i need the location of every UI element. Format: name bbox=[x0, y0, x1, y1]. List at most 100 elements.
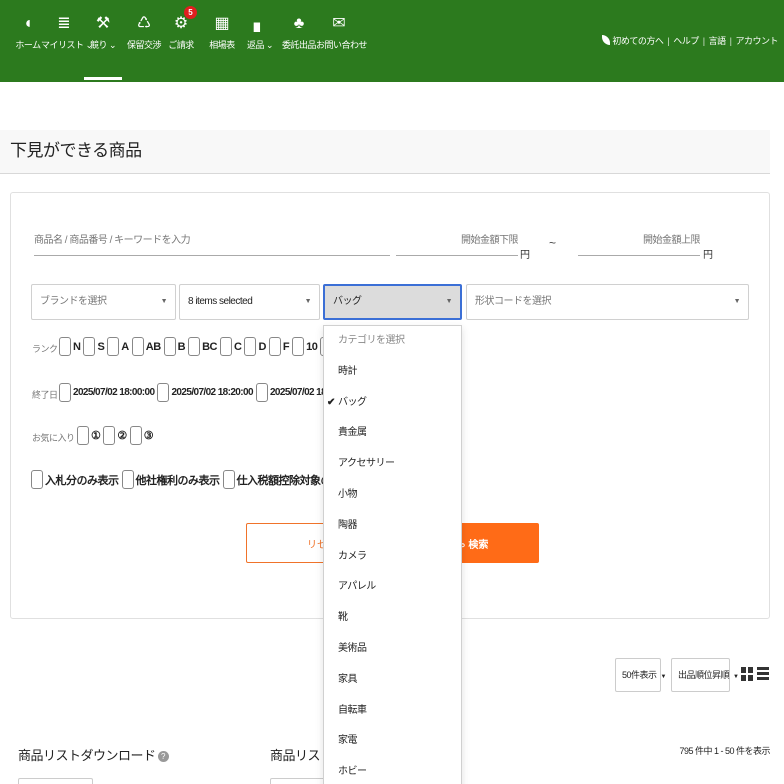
help-link[interactable]: ヘルプ bbox=[673, 36, 699, 46]
checkbox[interactable] bbox=[163, 337, 176, 356]
category-select[interactable]: バッグ ▼ bbox=[323, 284, 462, 320]
min-price-input[interactable] bbox=[396, 226, 518, 256]
grid-view-icon[interactable] bbox=[741, 667, 753, 681]
chevron-down-icon: ▼ bbox=[660, 674, 667, 680]
checkbox[interactable] bbox=[157, 383, 170, 402]
gavel-icon: ⚒ bbox=[95, 15, 111, 32]
mail-icon: ✉ bbox=[332, 15, 346, 32]
dropdown-option[interactable]: 貴金属 bbox=[324, 418, 461, 449]
brand-select-value: ブランドを選択 bbox=[40, 296, 107, 307]
checkbox[interactable] bbox=[131, 337, 144, 356]
rank-option[interactable]: A bbox=[107, 337, 129, 356]
search-button[interactable]: ⌕ 検索 bbox=[452, 523, 539, 563]
rank-option-label: A bbox=[121, 340, 129, 353]
chevron-down-icon: ▼ bbox=[160, 298, 168, 305]
checkbox[interactable] bbox=[268, 337, 281, 356]
chevron-down-icon: ▼ bbox=[733, 298, 741, 305]
dropdown-option-label: 家電 bbox=[338, 735, 358, 747]
nav-item[interactable]: ⚒ 競り ⌄ bbox=[80, 12, 126, 51]
dropdown-option[interactable]: カテゴリを選択 bbox=[324, 326, 461, 357]
items-select[interactable]: 8 items selected ▼ bbox=[179, 284, 320, 320]
end-date-option-label: 2025/07/02 18:00:00 bbox=[73, 387, 155, 398]
checkbox[interactable] bbox=[219, 337, 232, 356]
dropdown-option[interactable]: ホビー bbox=[324, 757, 461, 784]
favorite-option[interactable]: ② bbox=[103, 426, 127, 445]
dropdown-option-label: 貴金属 bbox=[338, 427, 367, 439]
filter-option[interactable]: 入札分のみ表示 bbox=[31, 470, 119, 489]
category-dropdown-list: カテゴリを選択 時計 ✔ バッグ貴金属アクセサリー 小物 陶器 カメラ アパレル靴美術品 家具自… bbox=[323, 325, 462, 784]
rank-option[interactable]: S bbox=[83, 337, 105, 356]
language-link[interactable]: 言語 bbox=[709, 36, 727, 46]
keyword-input[interactable] bbox=[34, 226, 390, 256]
checkbox[interactable] bbox=[222, 470, 235, 489]
filter-checkboxes: 入札分のみ表示 他社権利のみ表示 仕入税額控除対象のみ表示 bbox=[31, 470, 366, 489]
checkbox[interactable] bbox=[129, 426, 142, 445]
rank-option[interactable]: AB bbox=[131, 337, 161, 356]
sort-select[interactable]: 出品順位昇順 ▼ bbox=[671, 658, 739, 692]
checkbox[interactable] bbox=[77, 426, 89, 445]
rank-option[interactable]: B bbox=[163, 337, 186, 356]
dropdown-option[interactable]: 美術品 bbox=[324, 634, 461, 665]
checkbox[interactable] bbox=[292, 337, 305, 356]
max-price-input[interactable] bbox=[578, 226, 700, 256]
rank-option[interactable]: 10 bbox=[292, 337, 318, 356]
checkbox[interactable] bbox=[244, 337, 257, 356]
dropdown-option[interactable]: 時計 bbox=[324, 357, 461, 388]
list-view-icon[interactable] bbox=[757, 667, 769, 681]
dropdown-option[interactable]: 自転車 bbox=[324, 696, 461, 727]
dropdown-option[interactable]: 家具 bbox=[324, 665, 461, 696]
dropdown-option[interactable]: ✔ バッグ bbox=[324, 388, 461, 419]
rank-option[interactable]: C bbox=[219, 337, 242, 356]
upload-select[interactable] bbox=[270, 778, 325, 784]
rank-option[interactable]: F bbox=[268, 337, 290, 356]
dropdown-option[interactable]: カメラ bbox=[324, 542, 461, 573]
dropdown-option[interactable]: 靴 bbox=[324, 603, 461, 634]
checkmark-icon: ✔ bbox=[327, 396, 335, 408]
download-select[interactable] bbox=[18, 778, 93, 784]
dropdown-option[interactable]: 陶器 bbox=[324, 511, 461, 542]
nav-active-indicator bbox=[84, 77, 122, 80]
min-price-currency: 円 bbox=[520, 250, 530, 261]
account-link[interactable]: アカウント bbox=[735, 36, 778, 46]
shape-select-value: 形状コードを選択 bbox=[475, 296, 552, 307]
rank-option[interactable]: D bbox=[244, 337, 266, 356]
checkbox[interactable] bbox=[103, 426, 116, 445]
checkbox[interactable] bbox=[59, 337, 71, 356]
rank-option[interactable]: N bbox=[59, 337, 81, 356]
dropdown-option[interactable]: 小物 bbox=[324, 480, 461, 511]
end-date-label: 終了日 bbox=[32, 390, 58, 400]
favorite-option-label: ① bbox=[91, 430, 101, 442]
first-time-link[interactable]: 初めての方へ bbox=[602, 35, 664, 46]
favorite-option[interactable]: ③ bbox=[129, 426, 154, 445]
checkbox[interactable] bbox=[255, 383, 268, 402]
per-page-select[interactable]: 50件表示 ▼ bbox=[615, 658, 667, 692]
nav-item[interactable]: ⚙ 5 ご請求 bbox=[158, 6, 204, 51]
shape-select[interactable]: 形状コードを選択 ▼ bbox=[466, 284, 749, 320]
dropdown-option[interactable]: アクセサリー bbox=[324, 449, 461, 480]
checkbox[interactable] bbox=[83, 337, 96, 356]
end-date-option-label: 2025/07/02 18:20:00 bbox=[171, 387, 253, 398]
dropdown-option[interactable]: 家電 bbox=[324, 726, 461, 757]
brand-select[interactable]: ブランドを選択 ▼ bbox=[31, 284, 176, 320]
checkbox[interactable] bbox=[188, 337, 201, 356]
chevron-down-icon: ▼ bbox=[304, 298, 312, 305]
dropdown-option[interactable]: アパレル bbox=[324, 572, 461, 603]
filter-option[interactable]: 他社権利のみ表示 bbox=[121, 470, 220, 489]
end-date-option[interactable]: 2025/07/02 18:20:00 bbox=[157, 383, 254, 402]
dropdown-option-label: 靴 bbox=[338, 612, 348, 624]
download-section-title: 商品リストダウンロード? bbox=[18, 745, 169, 764]
checkbox[interactable] bbox=[107, 337, 120, 356]
help-icon[interactable]: ? bbox=[157, 751, 169, 762]
favorite-option[interactable]: ① bbox=[77, 426, 101, 445]
search-button-label: 検索 bbox=[468, 539, 489, 551]
invoice-icon: ⚙ 5 bbox=[158, 6, 204, 36]
end-date-checkboxes: 2025/07/02 18:00:00 2025/07/02 18:20:00 20… bbox=[59, 383, 354, 402]
checkbox[interactable] bbox=[59, 383, 71, 402]
nav-item[interactable]: ✉ お問い合わせ bbox=[316, 12, 368, 51]
rank-option-label: N bbox=[73, 340, 81, 353]
leaf-icon bbox=[602, 35, 611, 45]
checkbox[interactable] bbox=[31, 470, 43, 489]
rank-option[interactable]: BC bbox=[188, 337, 217, 356]
end-date-option[interactable]: 2025/07/02 18:00:00 bbox=[59, 383, 155, 402]
checkbox[interactable] bbox=[121, 470, 134, 489]
